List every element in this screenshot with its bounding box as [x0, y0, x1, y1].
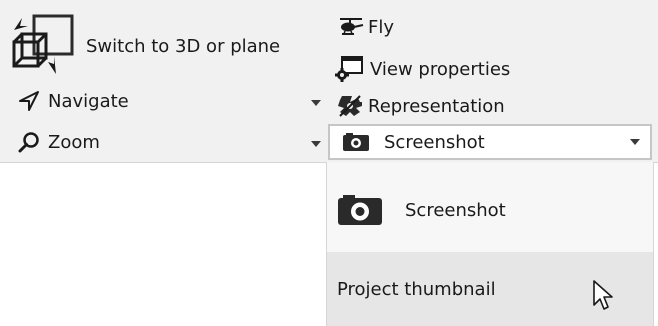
representation-button[interactable]: Representation: [336, 94, 505, 118]
menu-item-project-thumbnail-label: Project thumbnail: [337, 278, 496, 300]
camera-icon: [338, 195, 382, 225]
navigate-arrow-icon: [19, 91, 39, 111]
representation-icon: [338, 95, 362, 117]
switch-3d-plane-button[interactable]: Switch to 3D or plane: [8, 8, 314, 84]
fly-label: Fly: [368, 16, 395, 38]
view-properties-button[interactable]: View properties: [334, 55, 510, 83]
screenshot-combo[interactable]: Screenshot: [328, 124, 652, 160]
representation-label: Representation: [368, 95, 505, 117]
navigate-label: Navigate: [48, 90, 129, 112]
helicopter-icon: [340, 18, 364, 35]
navigate-button[interactable]: Navigate: [18, 90, 129, 112]
view-properties-label: View properties: [370, 58, 511, 80]
view-properties-icon: [335, 56, 363, 82]
fly-button[interactable]: Fly: [338, 16, 394, 38]
ribbon: Switch to 3D or plane Navigate Zoom Fly: [0, 0, 658, 163]
zoom-label: Zoom: [48, 131, 100, 153]
screenshot-combo-label: Screenshot: [384, 131, 485, 153]
switch-3d-plane-icon: [12, 14, 74, 74]
screenshot-dropdown-arrow[interactable]: [630, 139, 640, 145]
camera-icon: [343, 133, 369, 151]
navigate-dropdown-arrow[interactable]: [311, 100, 321, 106]
switch-3d-plane-label: Switch to 3D or plane: [86, 35, 281, 57]
menu-item-screenshot[interactable]: Screenshot: [327, 170, 653, 250]
zoom-magnifier-icon: [18, 132, 39, 153]
zoom-dropdown-arrow[interactable]: [311, 141, 321, 147]
menu-item-screenshot-label: Screenshot: [405, 199, 506, 221]
mouse-cursor-icon: [593, 280, 613, 310]
zoom-button[interactable]: Zoom: [18, 131, 100, 153]
